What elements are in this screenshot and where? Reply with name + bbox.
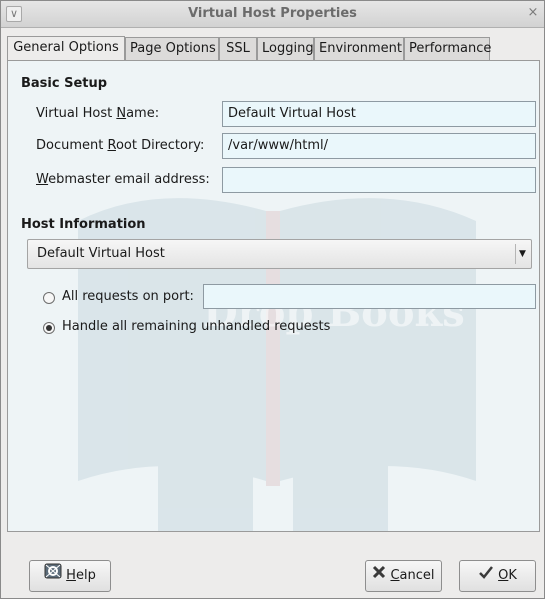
general-options-panel: Drop Books Basic Setup Virtual Host Name… [7, 60, 540, 532]
all-requests-label[interactable]: All requests on port: [62, 289, 194, 304]
webmaster-email-label: Webmaster email address: [36, 172, 210, 187]
tab-page-options[interactable]: Page Options [125, 37, 219, 60]
document-root-field[interactable]: /var/www/html/ [222, 133, 536, 159]
unhandled-requests-label[interactable]: Handle all remaining unhandled requests [62, 319, 330, 334]
ok-button[interactable]: OK [459, 560, 536, 592]
cancel-button[interactable]: Cancel [365, 560, 442, 592]
close-icon: × [527, 5, 539, 20]
tab-ssl[interactable]: SSL [219, 37, 257, 60]
vhost-name-field[interactable]: Default Virtual Host [222, 101, 536, 127]
tab-general-options[interactable]: General Options [7, 36, 125, 61]
webmaster-email-field[interactable] [222, 167, 536, 193]
ok-check-icon [478, 561, 494, 591]
tab-logging[interactable]: Logging [257, 37, 314, 60]
host-information-heading: Host Information [21, 217, 146, 232]
cancel-icon [372, 561, 386, 591]
dialog-window: ∨ Virtual Host Properties × General Opti… [0, 0, 545, 599]
tab-environment[interactable]: Environment [314, 37, 404, 60]
window-title: Virtual Host Properties [188, 6, 357, 21]
tab-performance[interactable]: Performance [404, 37, 491, 60]
help-icon [44, 561, 62, 591]
host-type-value: Default Virtual Host [37, 246, 165, 261]
vhost-name-label: Virtual Host Name: [36, 106, 160, 121]
port-field[interactable] [203, 284, 536, 309]
unhandled-requests-radio[interactable] [43, 322, 55, 334]
window-close-button[interactable]: × [526, 6, 540, 20]
help-button[interactable]: Help [29, 560, 111, 592]
document-root-label: Document Root Directory: [36, 138, 205, 153]
basic-setup-heading: Basic Setup [21, 76, 108, 91]
host-type-combobox[interactable]: Default Virtual Host ▼ [27, 239, 532, 269]
all-requests-radio[interactable] [43, 292, 55, 304]
title-bar[interactable]: ∨ Virtual Host Properties × [1, 1, 544, 28]
dropdown-arrow-icon: ▼ [515, 244, 529, 264]
